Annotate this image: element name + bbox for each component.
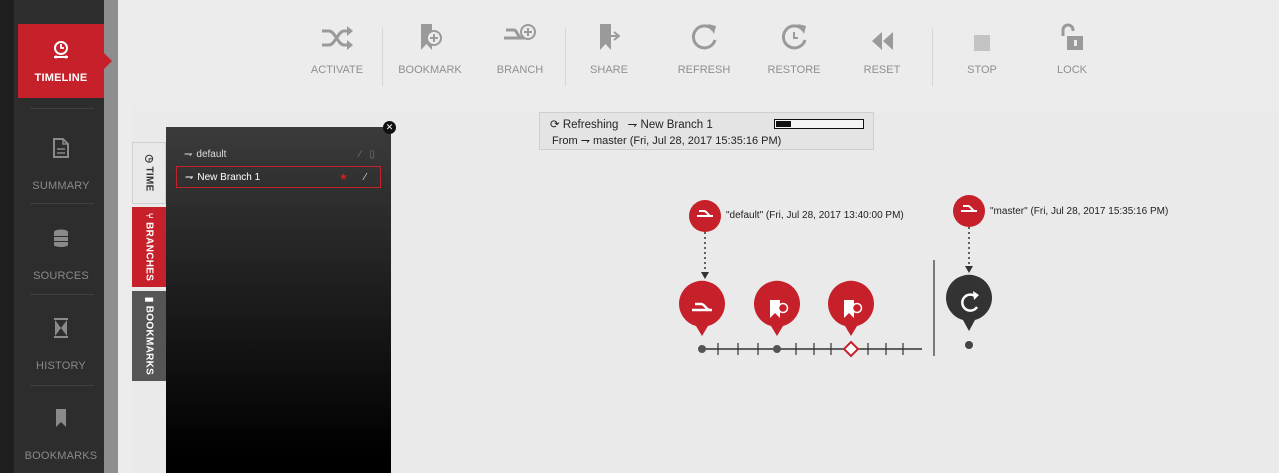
branch-bubble[interactable] [679,280,726,336]
bookmark-bubble[interactable] [827,280,874,336]
bookmark-bubble[interactable] [754,280,800,336]
selected-point[interactable] [842,340,860,358]
connector-arrow [965,266,973,273]
connector-arrow [701,272,709,279]
timeline-point [698,345,706,353]
default-branch-label: "default" (Fri, Jul 28, 2017 13:40:00 PM… [726,210,904,221]
timeline-graph [679,195,992,358]
master-branch-marker[interactable] [953,195,985,227]
refresh-bubble[interactable] [945,274,992,331]
timeline-point [773,345,781,353]
timeline-point [965,341,973,349]
default-branch-marker[interactable] [689,200,721,232]
master-branch-label: "master" (Fri, Jul 28, 2017 15:35:16 PM) [990,206,1169,217]
